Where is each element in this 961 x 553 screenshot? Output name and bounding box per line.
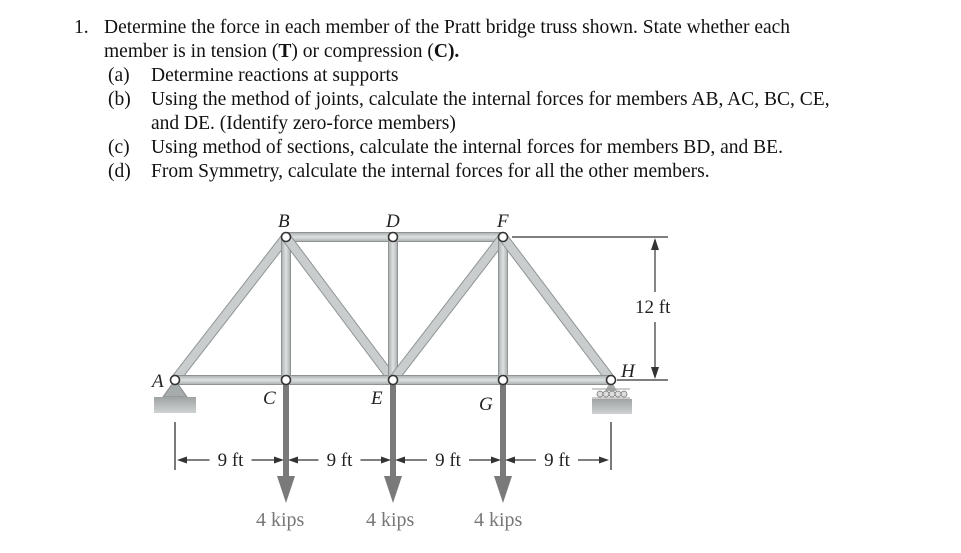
joint-label-E: E [370, 388, 383, 409]
span-label-1: 9 ft [218, 450, 245, 471]
joint-label-F: F [496, 211, 509, 232]
joint-H [605, 374, 617, 386]
load-arrow-shaft-G [500, 384, 506, 484]
load-label-C: 4 kips [256, 509, 305, 531]
dim-arrow-right-icon [274, 456, 284, 464]
joint-label-A: A [150, 371, 164, 392]
member-BD [285, 232, 394, 242]
joint-label-G: G [479, 394, 493, 415]
dim-arrow-left-icon [288, 456, 298, 464]
dim-arrow-left-icon [177, 456, 187, 464]
span-label-2: 9 ft [327, 450, 354, 471]
member-AC [174, 375, 287, 385]
member-DE [388, 236, 398, 381]
joint-label-C: C [263, 388, 276, 409]
joint-label-H: H [620, 361, 636, 382]
member-DF [392, 232, 504, 242]
joint-label-B: B [278, 211, 290, 232]
joint-G [497, 374, 509, 386]
load-label-G: 4 kips [474, 509, 523, 531]
member-FH [498, 233, 616, 384]
joint-A [169, 374, 181, 386]
joint-E [387, 374, 399, 386]
member-CE [285, 375, 394, 385]
dim-arrow-right-icon [599, 456, 609, 464]
dim-arrow-left-icon [505, 456, 515, 464]
member-EG [392, 375, 504, 385]
height-label: 12 ft [635, 297, 671, 318]
member-AB [170, 233, 291, 384]
load-arrow-head-E [384, 476, 402, 503]
span-label-4: 9 ft [544, 450, 571, 471]
member-BC [281, 236, 291, 381]
dim-arrow-right-icon [381, 456, 391, 464]
load-label-E: 4 kips [366, 509, 415, 531]
joint-B [280, 231, 292, 243]
load-arrow-shaft-C [283, 384, 289, 484]
member-GH [502, 375, 612, 385]
member-BE [281, 233, 398, 384]
load-arrow-head-G [494, 476, 512, 503]
load-arrow-shaft-E [390, 384, 396, 484]
dim-arrow-left-icon [395, 456, 405, 464]
dim-arrow-right-icon [491, 456, 501, 464]
load-arrow-head-C [277, 476, 295, 503]
joint-F [497, 231, 509, 243]
span-label-3: 9 ft [435, 450, 462, 471]
joint-D [387, 231, 399, 243]
truss-diagram: A B C D E F G H 12 ft 9 ft 9 ft 9 ft 9 ft 4… [150, 211, 671, 531]
member-EF [388, 233, 508, 384]
joint-C [280, 374, 292, 386]
member-FG [498, 236, 508, 381]
joint-label-D: D [385, 211, 400, 232]
